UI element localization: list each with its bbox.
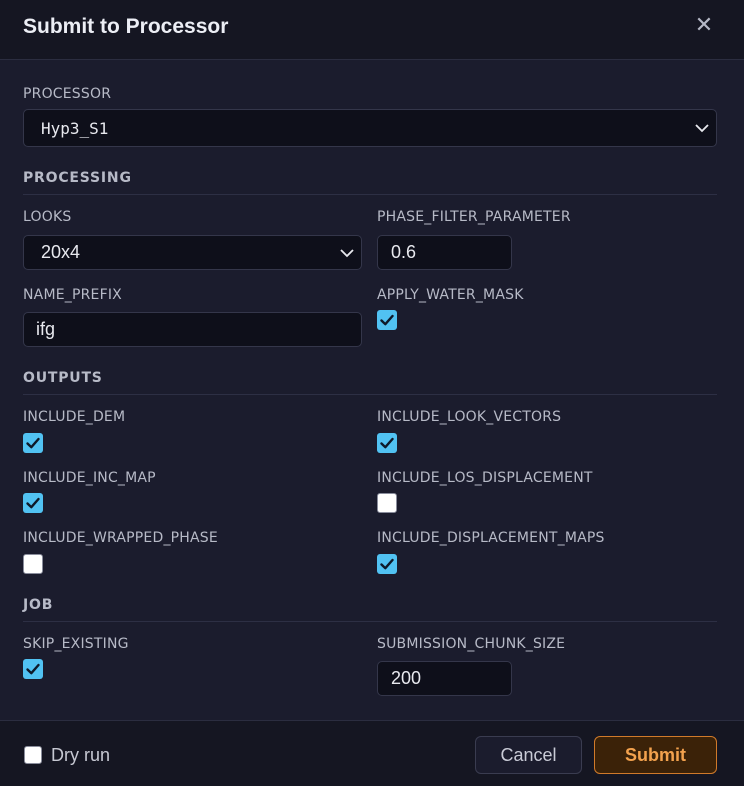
submission-chunk-size-label: SUBMISSION_CHUNK_SIZE bbox=[377, 636, 566, 652]
phase-filter-label: PHASE_FILTER_PARAMETER bbox=[377, 209, 571, 225]
processor-label: PROCESSOR bbox=[23, 86, 112, 102]
submit-dialog: Submit to Processor ✕ PROCESSOR Hyp3_S1 … bbox=[0, 0, 744, 786]
chevron-down-icon bbox=[340, 248, 354, 257]
section-divider bbox=[23, 621, 717, 622]
submission-chunk-size-input[interactable]: 200 bbox=[377, 661, 512, 696]
include-displacement-maps-label: INCLUDE_DISPLACEMENT_MAPS bbox=[377, 530, 605, 546]
include-look-vectors-checkbox[interactable] bbox=[377, 433, 397, 453]
include-los-displacement-checkbox[interactable] bbox=[377, 493, 397, 513]
looks-select[interactable]: 20x4 bbox=[23, 235, 362, 270]
include-los-displacement-label: INCLUDE_LOS_DISPLACEMENT bbox=[377, 470, 593, 486]
phase-filter-value: 0.6 bbox=[391, 242, 417, 262]
include-inc-map-label: INCLUDE_INC_MAP bbox=[23, 470, 156, 486]
section-job: JOB bbox=[23, 597, 54, 613]
include-dem-label: INCLUDE_DEM bbox=[23, 409, 126, 425]
section-outputs: OUTPUTS bbox=[23, 370, 103, 386]
checkmark-icon bbox=[26, 437, 40, 449]
dry-run-checkbox[interactable] bbox=[24, 746, 42, 764]
apply-water-mask-label: APPLY_WATER_MASK bbox=[377, 287, 524, 303]
checkmark-icon bbox=[380, 437, 394, 449]
looks-label: LOOKS bbox=[23, 209, 72, 225]
name-prefix-label: NAME_PREFIX bbox=[23, 287, 122, 303]
include-wrapped-phase-checkbox[interactable] bbox=[23, 554, 43, 574]
name-prefix-value: ifg bbox=[36, 319, 56, 339]
phase-filter-input[interactable]: 0.6 bbox=[377, 235, 512, 270]
submission-chunk-size-value: 200 bbox=[391, 668, 422, 688]
cancel-button[interactable]: Cancel bbox=[475, 736, 582, 774]
skip-existing-label: SKIP_EXISTING bbox=[23, 636, 129, 652]
section-divider bbox=[23, 194, 717, 195]
checkmark-icon bbox=[26, 497, 40, 509]
checkmark-icon bbox=[380, 314, 394, 326]
processor-select[interactable]: Hyp3_S1 bbox=[23, 109, 717, 147]
include-displacement-maps-checkbox[interactable] bbox=[377, 554, 397, 574]
name-prefix-input[interactable]: ifg bbox=[23, 312, 362, 347]
submit-button[interactable]: Submit bbox=[594, 736, 717, 774]
checkmark-icon bbox=[380, 558, 394, 570]
checkmark-icon bbox=[26, 663, 40, 675]
include-inc-map-checkbox[interactable] bbox=[23, 493, 43, 513]
include-wrapped-phase-label: INCLUDE_WRAPPED_PHASE bbox=[23, 530, 218, 546]
close-icon[interactable]: ✕ bbox=[694, 14, 714, 38]
chevron-down-icon bbox=[695, 124, 709, 133]
looks-value: 20x4 bbox=[41, 242, 81, 262]
skip-existing-checkbox[interactable] bbox=[23, 659, 43, 679]
dialog-header: Submit to Processor ✕ bbox=[0, 0, 744, 60]
section-divider bbox=[23, 394, 717, 395]
include-dem-checkbox[interactable] bbox=[23, 433, 43, 453]
section-processing: PROCESSING bbox=[23, 170, 132, 186]
apply-water-mask-checkbox[interactable] bbox=[377, 310, 397, 330]
processor-value: Hyp3_S1 bbox=[41, 118, 109, 138]
dry-run-label: Dry run bbox=[51, 745, 111, 765]
include-look-vectors-label: INCLUDE_LOOK_VECTORS bbox=[377, 409, 562, 425]
dialog-title: Submit to Processor bbox=[23, 15, 229, 38]
